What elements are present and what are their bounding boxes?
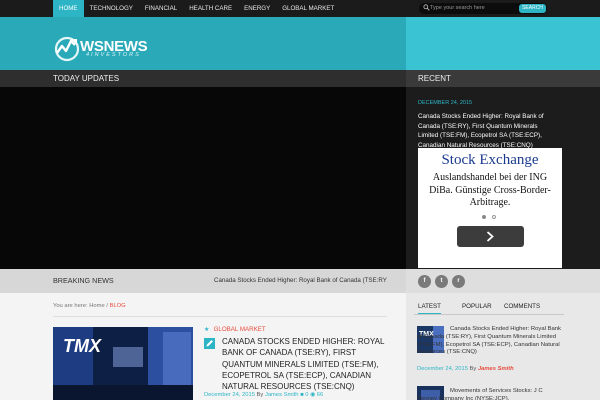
breadcrumb-prefix: You are here: bbox=[53, 303, 88, 309]
post-views: 66 bbox=[316, 392, 324, 398]
breaking-news-label: BREAKING NEWS bbox=[53, 276, 114, 285]
sidebar-item-title[interactable]: Canada Stocks Ended Higher: Royal Bank o… bbox=[417, 326, 563, 357]
today-updates-title: TODAY UPDATES bbox=[53, 74, 120, 83]
nav-item-global-market[interactable]: GLOBAL MARKET bbox=[276, 0, 340, 17]
breaking-news-ticker[interactable]: Canada Stocks Ended Higher: Royal Bank o… bbox=[214, 269, 387, 293]
recent-date: DECEMBER 24, 2015 bbox=[418, 100, 473, 106]
twitter-glyph: t bbox=[440, 278, 443, 284]
breadcrumb-current: BLOG bbox=[109, 303, 126, 309]
pencil-icon bbox=[206, 340, 213, 347]
sidebar-item-author[interactable]: James Smith bbox=[478, 366, 514, 372]
top-navigation-bar: HOME TECHNOLOGY FINANCIAL HEALTH CARE EN… bbox=[0, 0, 600, 17]
chevron-right-icon bbox=[486, 231, 494, 242]
ad-headline: Stock Exchange bbox=[441, 152, 539, 168]
breaking-news-bar: BREAKING NEWS Canada Stocks Ended Higher… bbox=[0, 269, 600, 293]
logo-chart-icon bbox=[54, 36, 80, 62]
post-title[interactable]: CANADA STOCKS ENDED HIGHER: ROYAL BANK O… bbox=[222, 336, 388, 392]
rss-glyph: r bbox=[457, 278, 460, 284]
recent-title: RECENT bbox=[418, 74, 451, 83]
ad-body: Auslandshandel bei der ING DiBa. Günstig… bbox=[429, 172, 551, 208]
facebook-glyph: f bbox=[423, 278, 426, 284]
comment-icon: ■ bbox=[300, 392, 304, 398]
main-menu: HOME TECHNOLOGY FINANCIAL HEALTH CARE EN… bbox=[53, 0, 340, 17]
search-placeholder: Type your search here bbox=[430, 5, 485, 11]
nav-item-health-care[interactable]: HEALTH CARE bbox=[183, 0, 238, 17]
ad-pagination bbox=[482, 215, 498, 220]
recent-post-link[interactable]: Canada Stocks Ended Higher: Royal Bank o… bbox=[418, 112, 558, 150]
today-updates-slider[interactable] bbox=[0, 87, 406, 269]
tab-popular[interactable]: POPULAR bbox=[462, 300, 492, 315]
nav-item-technology[interactable]: TECHNOLOGY bbox=[84, 0, 139, 17]
ad-dot-active[interactable] bbox=[482, 215, 486, 219]
nav-item-home[interactable]: HOME bbox=[53, 0, 84, 17]
search-icon bbox=[423, 4, 430, 11]
sidebar-item-by: By bbox=[469, 366, 477, 372]
post-thumbnail[interactable]: TMX bbox=[53, 327, 193, 400]
post-author[interactable]: James Smith bbox=[265, 392, 299, 398]
section-bar: TODAY UPDATES RECENT bbox=[0, 70, 600, 90]
nav-item-financial[interactable]: FINANCIAL bbox=[139, 0, 183, 17]
nav-item-energy[interactable]: ENERGY bbox=[238, 0, 276, 17]
sidebar-item-title-2[interactable]: Movements of Services Stocks: J C Penney… bbox=[417, 388, 563, 400]
sidebar-item-meta: December 24, 2015 By James Smith bbox=[417, 366, 514, 372]
advertisement[interactable]: Stock Exchange Auslandshandel bei der IN… bbox=[418, 148, 562, 268]
tabs-divider bbox=[414, 314, 564, 315]
ad-dot[interactable] bbox=[492, 215, 496, 219]
sidebar-tabs: LATEST POPULAR COMMENTS bbox=[414, 300, 564, 315]
eye-icon: ◉ bbox=[310, 392, 316, 398]
facebook-icon[interactable]: f bbox=[418, 275, 431, 288]
rss-icon[interactable]: r bbox=[452, 275, 465, 288]
header-right-panel bbox=[406, 17, 600, 70]
search-button[interactable]: SEARCH bbox=[519, 4, 546, 13]
sidebar-item-date: December 24, 2015 bbox=[417, 366, 468, 372]
post-meta: December 24, 2015 By James Smith ■ 0 ◉ 6… bbox=[204, 392, 323, 398]
post-category-label: GLOBAL MARKET bbox=[213, 326, 266, 333]
breadcrumb-separator: / bbox=[106, 303, 108, 309]
breadcrumb-home-link[interactable]: Home bbox=[89, 303, 104, 309]
star-icon: ★ bbox=[204, 326, 210, 333]
tmx-logo-text: TMX bbox=[63, 336, 101, 356]
post-comments[interactable]: 0 bbox=[305, 392, 308, 398]
breadcrumb: You are here: Home / BLOG bbox=[53, 303, 126, 309]
twitter-icon[interactable]: t bbox=[435, 275, 448, 288]
edit-icon bbox=[204, 338, 215, 349]
post-category[interactable]: ★ GLOBAL MARKET bbox=[204, 326, 266, 333]
search-input[interactable]: Type your search here SEARCH bbox=[419, 3, 547, 14]
ad-next-button[interactable] bbox=[457, 226, 524, 247]
tab-comments[interactable]: COMMENTS bbox=[504, 300, 540, 315]
logo-tagline: 4INVESTORS bbox=[86, 52, 141, 58]
post-by: By bbox=[256, 392, 264, 398]
tab-latest[interactable]: LATEST bbox=[418, 300, 441, 315]
divider bbox=[53, 316, 387, 317]
post-date: December 24, 2015 bbox=[204, 392, 255, 398]
